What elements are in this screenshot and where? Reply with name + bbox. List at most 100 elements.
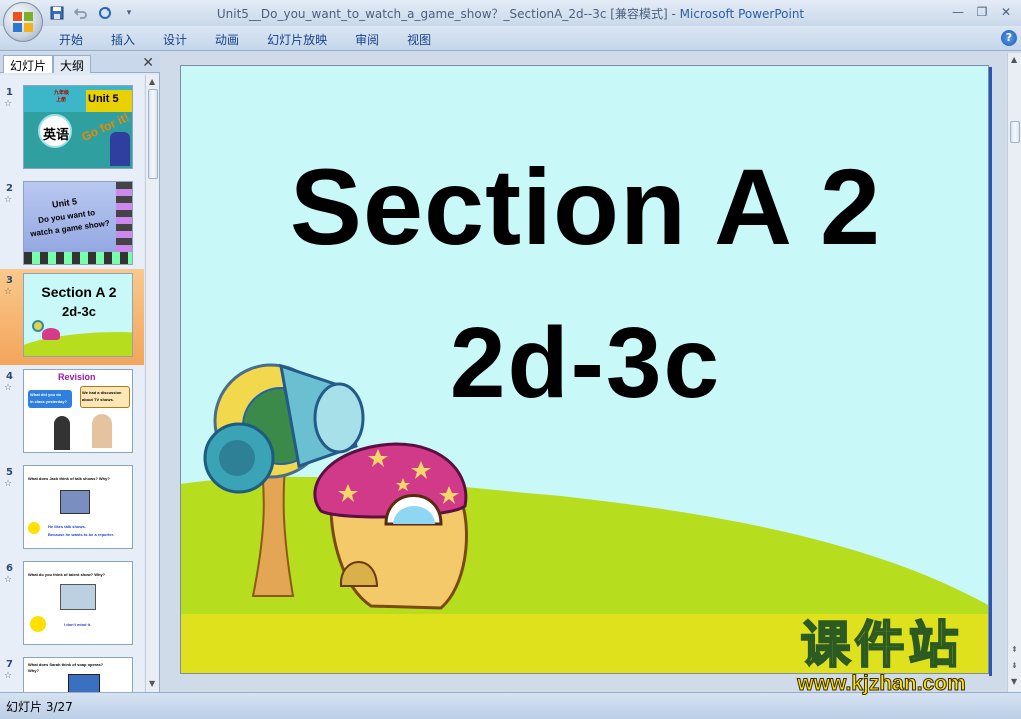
thumb-house bbox=[42, 328, 60, 340]
slide-thumbnail-5[interactable]: What does Jack think of talk shows? Why?… bbox=[23, 465, 133, 549]
thumb-text: in class yesterday? bbox=[30, 399, 67, 404]
restore-icon[interactable]: ❐ bbox=[971, 3, 993, 21]
ribbon-tabs: 开始 插入 设计 动画 幻灯片放映 审阅 视图 bbox=[48, 31, 448, 48]
slide-number: 2 bbox=[6, 183, 13, 194]
thumb-filmstrip-side bbox=[116, 182, 132, 252]
window-title: Unit5__Do_you_want_to_watch_a_game_show？… bbox=[0, 5, 1021, 22]
tab-insert[interactable]: 插入 bbox=[100, 31, 146, 48]
thumb-face-icon bbox=[30, 616, 46, 632]
thumb-text: Unit 5 bbox=[51, 196, 78, 210]
slide-thumbnail-1[interactable]: Unit 5 九年级 上册 英语 Go for it! bbox=[23, 85, 133, 169]
slide-number: 1 bbox=[6, 87, 13, 98]
scroll-up-icon[interactable]: ▲ bbox=[1011, 55, 1017, 64]
thumb-image bbox=[60, 584, 96, 610]
slide-thumbnails: 1 ☆ Unit 5 九年级 上册 英语 Go for it! 2 ☆ Unit… bbox=[0, 75, 144, 692]
animation-star-icon: ☆ bbox=[4, 671, 13, 681]
scroll-up-icon[interactable]: ▲ bbox=[149, 77, 155, 86]
slide-thumb-row-4[interactable]: 4 ☆ Revision What did you do in class ye… bbox=[0, 365, 144, 461]
thumb-person bbox=[92, 414, 112, 448]
document-title: Unit5__Do_you_want_to_watch_a_game_show？… bbox=[216, 7, 668, 21]
scroll-down-icon[interactable]: ▼ bbox=[1011, 677, 1017, 686]
animation-star-icon: ☆ bbox=[4, 99, 13, 109]
slide-thumb-row-5[interactable]: 5 ☆ What does Jack think of talk shows? … bbox=[0, 461, 144, 557]
watermark-text: 课件站 bbox=[800, 616, 963, 674]
slide-thumbnail-7[interactable]: What does Sarah think of soap operas? Wh… bbox=[23, 657, 133, 692]
animation-star-icon: ☆ bbox=[4, 195, 13, 205]
animation-star-icon: ☆ bbox=[4, 575, 13, 585]
slide-number: 4 bbox=[6, 371, 13, 382]
thumb-text: about TV shows. bbox=[82, 397, 114, 402]
thumb-text: What does Sarah think of soap operas? bbox=[28, 662, 104, 667]
animation-star-icon: ☆ bbox=[4, 287, 13, 297]
thumb-text: Unit 5 bbox=[88, 93, 119, 105]
thumb-text: What did you do bbox=[30, 392, 62, 397]
title-bar: ▾ Unit5__Do_you_want_to_watch_a_game_sho… bbox=[0, 0, 1021, 26]
slide-number: 7 bbox=[6, 659, 13, 670]
thumb-text: 九年级 bbox=[54, 90, 70, 96]
slide-editor: Section A 2 2d-3c bbox=[161, 53, 1007, 692]
tab-slideshow[interactable]: 幻灯片放映 bbox=[256, 31, 338, 48]
thumb-text: Section A 2 bbox=[41, 284, 117, 300]
slide-thumbnail-6[interactable]: What do you think of talent show? Why? I… bbox=[23, 561, 133, 645]
slide-thumb-row-1[interactable]: 1 ☆ Unit 5 九年级 上册 英语 Go for it! bbox=[0, 81, 144, 177]
help-icon[interactable]: ? bbox=[1001, 30, 1017, 46]
thumb-text: We had a discussion bbox=[82, 390, 122, 395]
slides-pane: 幻灯片 大纲 ✕ 1 ☆ Unit 5 九年级 上册 英语 Go for it!… bbox=[0, 53, 160, 692]
thumb-text: Revision bbox=[58, 372, 96, 382]
editor-scrollbar[interactable]: ▲ ⇞ ⇟ ▼ bbox=[1007, 53, 1021, 692]
tab-home[interactable]: 开始 bbox=[48, 31, 94, 48]
slide-thumb-row-7[interactable]: 7 ☆ What does Sarah think of soap operas… bbox=[0, 653, 144, 692]
thumb-text: What does Jack think of talk shows? Why? bbox=[28, 476, 110, 481]
thumb-figure bbox=[110, 132, 130, 166]
ribbon: 开始 插入 设计 动画 幻灯片放映 审阅 视图 ? bbox=[0, 26, 1021, 51]
office-logo-icon bbox=[13, 12, 33, 32]
thumb-smiley-icon bbox=[28, 522, 40, 534]
watermark-url: www.kjzhan.com bbox=[797, 672, 966, 695]
window-controls: — ❐ ✕ bbox=[947, 3, 1017, 21]
scroll-thumb[interactable] bbox=[148, 89, 158, 179]
current-slide[interactable]: Section A 2 2d-3c bbox=[180, 65, 989, 674]
tab-design[interactable]: 设计 bbox=[152, 31, 198, 48]
close-icon[interactable]: ✕ bbox=[995, 3, 1017, 21]
slide-title-line-2[interactable]: 2d-3c bbox=[181, 306, 988, 421]
close-pane-icon[interactable]: ✕ bbox=[142, 55, 154, 71]
tab-animations[interactable]: 动画 bbox=[204, 31, 250, 48]
slide-number: 3 bbox=[6, 275, 13, 286]
tab-slides[interactable]: 幻灯片 bbox=[3, 55, 54, 73]
slide-title-line-1[interactable]: Section A 2 bbox=[181, 144, 988, 269]
thumb-text: Why? bbox=[28, 668, 39, 673]
thumb-text: Because he wants to be a reporter. bbox=[48, 532, 115, 537]
scroll-down-icon[interactable]: ▼ bbox=[149, 679, 155, 688]
thumb-text: He likes talk shows. bbox=[48, 524, 86, 529]
previous-slide-icon[interactable]: ⇞ bbox=[1011, 645, 1018, 654]
thumb-hill bbox=[24, 332, 132, 356]
minimize-icon[interactable]: — bbox=[947, 3, 969, 21]
slide-thumbnail-2[interactable]: Unit 5 Do you want to watch a game show? bbox=[23, 181, 133, 265]
thumb-text: I don't mind it. bbox=[64, 622, 92, 627]
thumb-text: 英语 bbox=[43, 127, 70, 142]
slide-number: 6 bbox=[6, 563, 13, 574]
pane-tabs: 幻灯片 大纲 ✕ bbox=[0, 53, 160, 73]
thumb-image bbox=[68, 674, 100, 692]
animation-star-icon: ☆ bbox=[4, 479, 13, 489]
tab-review[interactable]: 审阅 bbox=[344, 31, 390, 48]
slide-thumb-row-6[interactable]: 6 ☆ What do you think of talent show? Wh… bbox=[0, 557, 144, 653]
thumbnail-scrollbar[interactable]: ▲ ▼ bbox=[145, 75, 159, 692]
office-button[interactable] bbox=[3, 2, 43, 42]
slide-thumbnail-4[interactable]: Revision What did you do in class yester… bbox=[23, 369, 133, 453]
app-name: Microsoft PowerPoint bbox=[679, 7, 805, 21]
next-slide-icon[interactable]: ⇟ bbox=[1011, 661, 1018, 670]
slide-edge bbox=[989, 67, 992, 676]
slide-thumbnail-3[interactable]: Section A 2 2d-3c bbox=[23, 273, 133, 357]
slide-thumb-row-2[interactable]: 2 ☆ Unit 5 Do you want to watch a game s… bbox=[0, 177, 144, 273]
scroll-thumb[interactable] bbox=[1010, 121, 1020, 143]
slide-thumb-row-3[interactable]: 3 ☆ Section A 2 2d-3c bbox=[0, 269, 144, 365]
slide-counter: 幻灯片 3/27 bbox=[6, 700, 73, 714]
thumb-person bbox=[54, 416, 70, 450]
thumb-text: 上册 bbox=[56, 97, 67, 103]
tab-view[interactable]: 视图 bbox=[396, 31, 442, 48]
watermark-logo: 课件站 www.kjzhan.com bbox=[764, 616, 999, 697]
thumb-filmstrip bbox=[24, 252, 132, 264]
tab-outline[interactable]: 大纲 bbox=[53, 55, 92, 73]
slide-number: 5 bbox=[6, 467, 13, 478]
